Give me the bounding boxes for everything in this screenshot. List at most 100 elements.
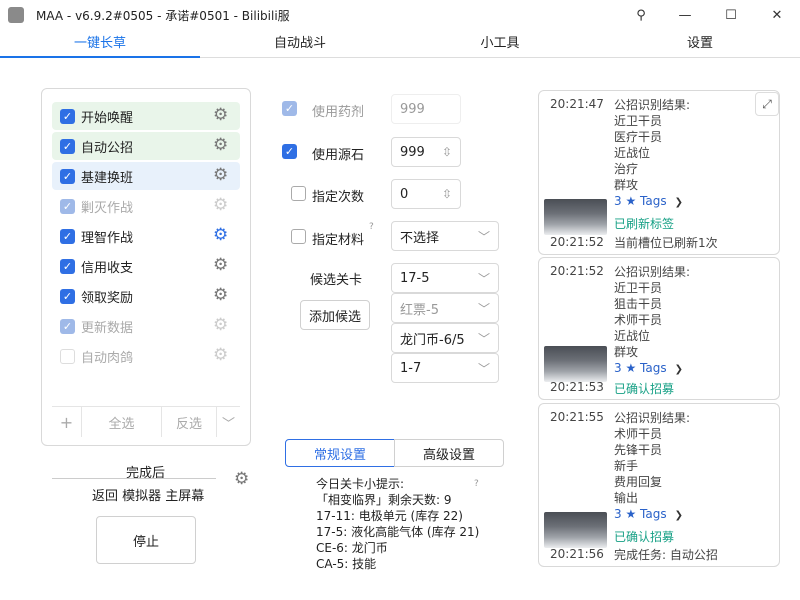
after-finish-action[interactable]: 返回 模拟器 主屏幕 [92,485,204,504]
minimize-button[interactable]: — [662,0,708,30]
log-entry: 20:21:55 公招识别结果: 术师干员 先锋干员 新手 费用回复 输出 3 … [538,403,780,567]
log-line: 新手 [614,459,639,473]
log-message: 完成任务: 自动公招 [614,548,718,562]
tags-expander[interactable]: 3 ★ Tags ❯ [614,194,683,208]
help-icon[interactable]: ? [474,479,479,489]
tab-advanced-settings[interactable]: 高级设置 [394,439,504,467]
gear-icon[interactable]: ⚙ [213,345,228,365]
task-item-rewards[interactable]: ✓ 领取奖励 [52,282,240,310]
gear-icon[interactable]: ⚙ [213,135,228,155]
chevron-right-icon: ❯ [674,510,683,521]
medicine-count-input[interactable]: 999 [391,94,461,124]
task-item-combat[interactable]: ✓ 理智作战 [52,222,240,250]
checkbox[interactable]: ✓ [60,288,75,304]
checkbox[interactable]: ✓ [60,138,75,154]
stage-select-4[interactable]: 1-7 ﹀ [391,353,499,383]
log-line: 近战位 [614,329,651,343]
checkbox[interactable] [60,348,75,364]
log-line: 群攻 [614,345,639,359]
clear-log-icon[interactable]: ⤢ [755,92,779,116]
invert-selection-button[interactable]: 反选 [162,407,217,437]
log-line: 先锋干员 [614,443,663,457]
stage-select-2[interactable]: 红票-5 ﹀ [391,293,499,323]
stepper-icon[interactable]: ⇳ [442,187,452,201]
stage-select-3[interactable]: 龙门币-6/5 ﹀ [391,323,499,353]
task-item-recruit[interactable]: ✓ 自动公招 [52,132,240,160]
use-medicine-checkbox[interactable]: ✓ [282,101,297,116]
tab-auto-battle[interactable]: 自动战斗 [200,30,400,58]
task-list-actions: + 全选 反选 ﹀ [52,406,240,437]
task-label: 剿灭作战 [81,200,134,216]
chevron-down-icon[interactable]: ﹀ [217,407,240,437]
log-line: 治疗 [614,162,639,176]
times-checkbox[interactable] [291,186,306,201]
chevron-right-icon: ❯ [674,364,683,375]
gear-icon[interactable]: ⚙ [213,285,228,305]
tags-expander[interactable]: 3 ★ Tags ❯ [614,507,683,521]
task-label: 自动肉鸽 [81,350,134,366]
log-line: 公招识别结果: [614,265,691,279]
stone-count-input[interactable]: 999 ⇳ [391,137,461,167]
add-task-icon[interactable]: + [52,407,82,437]
tags-label: 3 ★ Tags [614,194,667,208]
add-stage-button[interactable]: 添加候选 [300,300,370,330]
task-label: 开始唤醒 [81,110,134,126]
screenshot-thumbnail[interactable] [544,512,607,548]
log-message: 公招识别结果: 近卫干员 狙击干员 术师干员 近战位 群攻 [614,264,690,360]
pin-button[interactable]: ⚲ [618,0,664,30]
screenshot-thumbnail[interactable] [544,346,607,382]
gear-icon[interactable]: ⚙ [213,255,228,275]
material-label: 指定材料 [312,233,365,248]
tab-general-settings[interactable]: 常规设置 [285,439,395,467]
select-all-button[interactable]: 全选 [82,407,162,437]
gear-icon[interactable]: ⚙ [213,105,228,125]
help-icon[interactable]: ? [369,222,374,232]
times-value: 0 [400,186,409,202]
checkbox[interactable]: ✓ [60,168,75,184]
task-item-infrastructure[interactable]: ✓ 基建换班 [52,162,240,190]
checkbox[interactable]: ✓ [60,228,75,244]
maximize-button[interactable]: ☐ [708,0,754,30]
gear-icon[interactable]: ⚙ [213,165,228,185]
checkbox[interactable]: ✓ [60,108,75,124]
stop-button[interactable]: 停止 [96,516,196,564]
stone-count-value: 999 [400,144,425,160]
tab-farming[interactable]: 一键长草 [0,30,200,58]
times-input[interactable]: 0 ⇳ [391,179,461,209]
task-item-update-data[interactable]: ✓ 更新数据 [52,312,240,340]
checkbox[interactable]: ✓ [60,198,75,214]
stepper-icon[interactable]: ⇳ [442,145,452,159]
checkbox[interactable]: ✓ [60,318,75,334]
stage-select-1[interactable]: 17-5 ﹀ [391,263,499,293]
window-title: MAA - v6.9.2#0505 - 承诺#0501 - Bilibili服 [36,9,290,23]
log-time: 20:21:55 [550,410,604,424]
tips-line: CE-6: 龙门币 [316,541,388,555]
log-line: 公招识别结果: [614,98,691,112]
gear-icon[interactable]: ⚙ [213,315,228,335]
material-checkbox[interactable] [291,229,306,244]
tips-line: 17-11: 电极单元 (库存 22) [316,509,463,523]
gear-icon[interactable]: ⚙ [213,195,228,215]
log-entry: 20:21:52 公招识别结果: 近卫干员 狙击干员 术师干员 近战位 群攻 3… [538,257,780,400]
task-item-credit[interactable]: ✓ 信用收支 [52,252,240,280]
log-status: 已确认招募 [614,530,675,544]
tab-settings[interactable]: 设置 [600,30,800,58]
log-line: 狙击干员 [614,297,663,311]
close-button[interactable]: ✕ [754,0,800,30]
use-stone-checkbox[interactable]: ✓ [282,144,297,159]
gear-icon[interactable]: ⚙ [234,469,249,489]
log-time: 20:21:52 [550,264,604,278]
task-item-wakeup[interactable]: ✓ 开始唤醒 [52,102,240,130]
gear-icon[interactable]: ⚙ [213,225,228,245]
checkbox[interactable]: ✓ [60,258,75,274]
tab-tools[interactable]: 小工具 [400,30,600,58]
tags-expander[interactable]: 3 ★ Tags ❯ [614,361,683,375]
chevron-down-icon: ﹀ [477,361,490,376]
task-item-annihilation[interactable]: ✓ 剿灭作战 [52,192,240,220]
screenshot-thumbnail[interactable] [544,199,607,235]
times-label: 指定次数 [312,190,365,205]
task-item-roguelike[interactable]: 自动肉鸽 [52,342,240,370]
material-select[interactable]: 不选择 ﹀ [391,221,499,251]
log-time: 20:21:53 [550,380,604,394]
chevron-down-icon: ﹀ [477,301,490,316]
